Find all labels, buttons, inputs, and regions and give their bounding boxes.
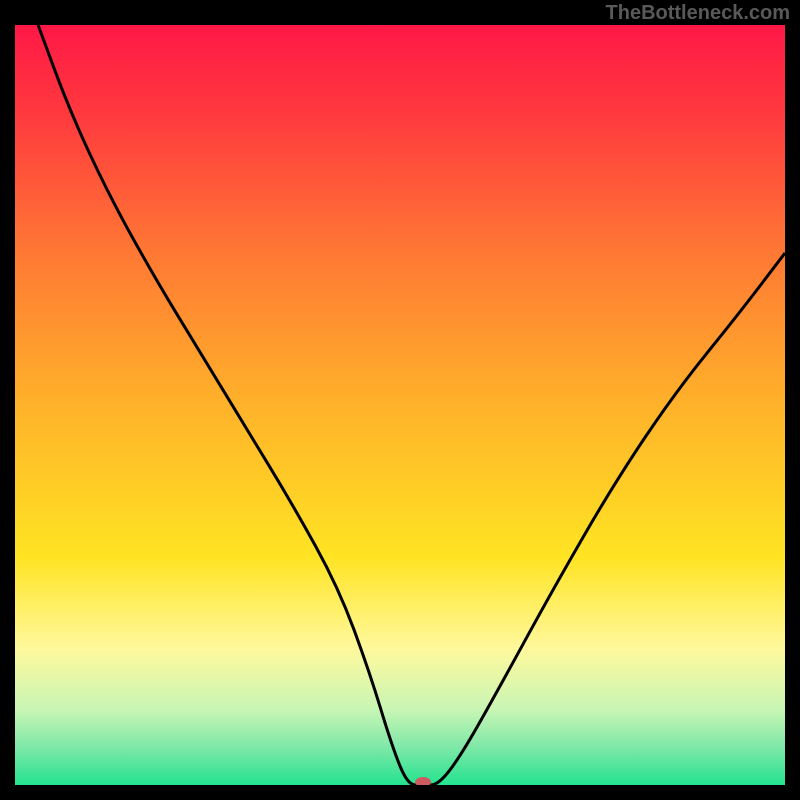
- chart-svg: [15, 25, 785, 785]
- plot-area: [15, 25, 785, 785]
- gradient-background: [15, 25, 785, 785]
- chart-frame: TheBottleneck.com: [0, 0, 800, 800]
- watermark-text: TheBottleneck.com: [606, 2, 790, 25]
